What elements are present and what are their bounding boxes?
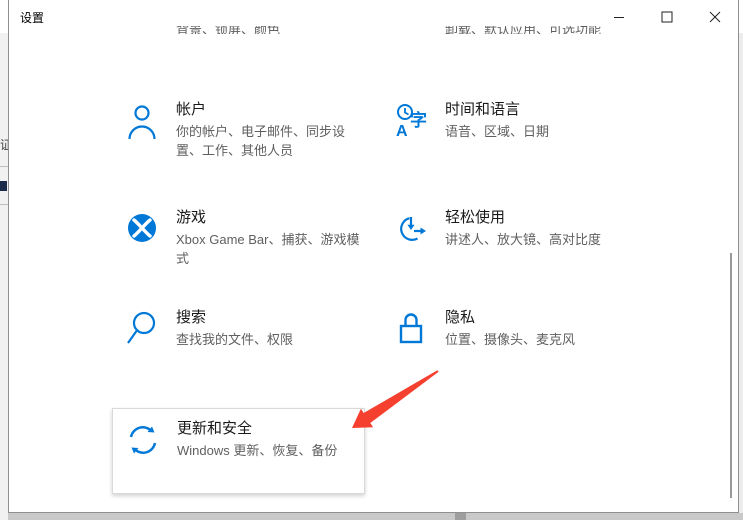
settings-tile-gaming[interactable]: 游戏 Xbox Game Bar、捕获、游戏模式	[126, 208, 362, 268]
tile-subtitle: 讲述人、放大镜、高对比度	[445, 230, 631, 249]
close-icon	[709, 11, 721, 23]
ease-of-access-icon	[395, 210, 427, 248]
background-toolbar-fragment	[0, 181, 7, 191]
minimize-icon	[613, 11, 625, 23]
divider	[0, 204, 8, 205]
tile-title: 隐私	[445, 308, 631, 328]
xbox-icon	[126, 210, 158, 248]
tile-subtitle: 你的帐户、电子邮件、同步设置、工作、其他人员	[176, 122, 362, 160]
svg-text:A: A	[396, 123, 408, 140]
tile-subtitle: 语音、区域、日期	[445, 122, 631, 141]
tile-title: 时间和语言	[445, 100, 631, 120]
background-app-sliver	[8, 513, 743, 520]
settings-tile-privacy[interactable]: 隐私 位置、摄像头、麦克风	[395, 308, 631, 349]
clock-language-icon: 字 A	[395, 102, 427, 140]
settings-tile-time-language[interactable]: 字 A 时间和语言 语音、区域、日期	[395, 100, 631, 141]
settings-tile-ease-of-access[interactable]: 轻松使用 讲述人、放大镜、高对比度	[395, 208, 631, 249]
settings-tile-update-security[interactable]: 更新和安全 Windows 更新、恢复、备份	[112, 408, 365, 494]
background-app-sliver	[739, 0, 743, 33]
tile-title: 帐户	[176, 100, 362, 120]
svg-text:字: 字	[410, 110, 427, 130]
maximize-button[interactable]	[644, 0, 690, 33]
tile-subtitle: Windows 更新、恢复、备份	[177, 441, 363, 460]
background-app-sliver	[739, 33, 743, 520]
tile-title: 搜索	[176, 308, 362, 328]
tile-subtitle: Xbox Game Bar、捕获、游戏模式	[176, 230, 362, 268]
minimize-button[interactable]	[596, 0, 642, 33]
maximize-icon	[661, 11, 673, 23]
clipped-subtitle-personalization: 背景、锁屏、颜色	[176, 26, 280, 34]
sync-icon	[127, 421, 159, 459]
close-button[interactable]	[692, 0, 738, 33]
background-app-sliver	[0, 33, 8, 520]
background-app-sliver	[455, 513, 466, 520]
screen: 证 设置 背景、锁屏、颜色 卸载、默认应用、可选功能	[0, 0, 743, 520]
search-icon	[126, 310, 158, 348]
clipped-subtitle-apps: 卸载、默认应用、可选功能	[445, 26, 601, 34]
lock-icon	[395, 310, 427, 348]
settings-tile-search[interactable]: 搜索 查找我的文件、权限	[126, 308, 362, 349]
settings-tile-accounts[interactable]: 帐户 你的帐户、电子邮件、同步设置、工作、其他人员	[126, 100, 362, 160]
scrollbar[interactable]	[730, 253, 732, 498]
tile-subtitle: 查找我的文件、权限	[176, 330, 362, 349]
background-app-sliver	[0, 0, 8, 33]
tile-subtitle: 位置、摄像头、麦克风	[445, 330, 631, 349]
person-icon	[126, 102, 158, 140]
tile-title: 游戏	[176, 208, 362, 228]
divider	[0, 166, 8, 167]
window-title: 设置	[20, 9, 44, 26]
tile-title: 更新和安全	[177, 419, 363, 439]
tile-title: 轻松使用	[445, 208, 631, 228]
background-text-fragment: 证	[0, 136, 8, 152]
